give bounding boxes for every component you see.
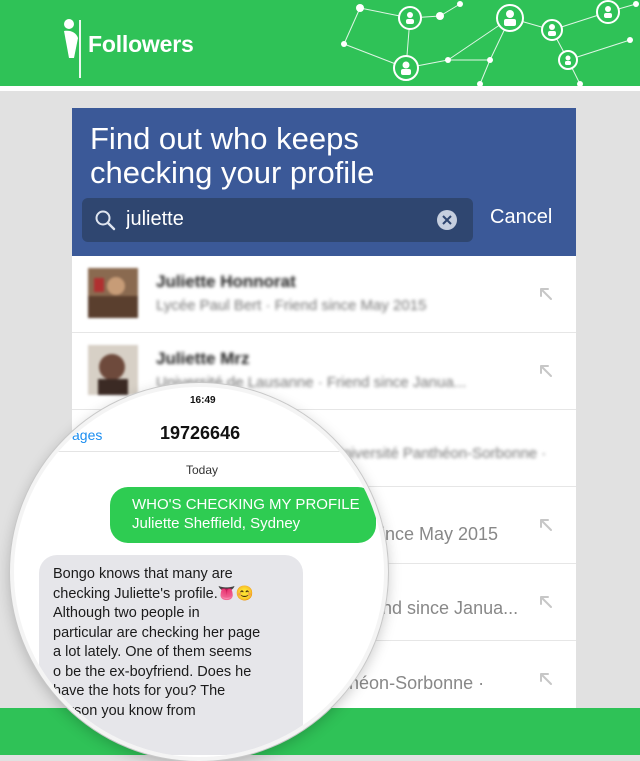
cancel-button[interactable]: Cancel [490,206,552,229]
outgoing-line-2: Juliette Sheffield, Sydney [132,515,301,532]
incoming-line: have the hots for you? The [53,683,226,699]
outgoing-message-bubble: WHO'S CHECKING MY PROFILE Juliette Sheff… [110,487,376,543]
arrow-up-left-icon[interactable] [538,363,554,379]
incoming-line: checking Juliette's profile.👅😊 [53,585,254,602]
brand-logo-text: Followers [88,31,194,57]
list-item[interactable]: Juliette Honnorat Lycée Paul Bert · Frie… [72,256,576,333]
avatar [88,345,138,395]
divider [14,451,384,452]
incoming-line: a lot lately. One of them seems [53,644,252,660]
network-illustration-icon [341,0,639,86]
result-name: Juliette Honnorat [156,272,296,291]
search-header: Find out who keeps checking your profile… [72,108,576,256]
date-label: Today [186,463,219,477]
search-input[interactable] [126,206,426,232]
arrow-up-left-icon[interactable] [538,594,554,610]
incoming-message-bubble: Bongo knows that many are checking Julie… [39,555,303,755]
arrow-up-left-icon[interactable] [538,286,554,302]
incoming-line: person you know from [53,702,196,719]
incoming-line: Bongo knows that many are [53,566,233,582]
avatar [88,268,138,318]
clear-icon[interactable] [436,209,458,231]
search-icon [95,210,116,231]
message-magnifier: 16:49 ages 19726646 Today WHO'S CHECKING… [10,383,388,761]
banner-divider [0,86,640,91]
top-banner: Followers [0,0,640,86]
arrow-up-left-icon[interactable] [538,517,554,533]
result-meta: Lycée Paul Bert · Friend since May 2015 [156,297,427,314]
search-bar[interactable] [82,198,473,242]
incoming-line: o be the ex-boyfriend. Does he [53,663,252,680]
contact-number: 19726646 [160,423,241,443]
result-meta: Université Panthéon-Sorbonne · [332,445,547,462]
arrow-up-left-icon[interactable] [538,671,554,687]
page-title: Find out who keeps checking your profile [90,122,560,190]
status-time: 16:49 [190,395,216,406]
headline-line-2: checking your profile [90,155,375,190]
headline-line-1: Find out who keeps [90,121,359,156]
result-meta: end since Janua... [372,598,519,618]
incoming-line: particular are checking her page [53,624,261,641]
result-meta: since May 2015 [372,524,499,544]
logo-divider [79,20,81,78]
incoming-line: Although two people in [53,605,200,621]
back-button[interactable]: ages [72,427,102,443]
result-name: Juliette Mrz [156,349,250,368]
outgoing-line-1: WHO'S CHECKING MY PROFILE [132,496,360,513]
